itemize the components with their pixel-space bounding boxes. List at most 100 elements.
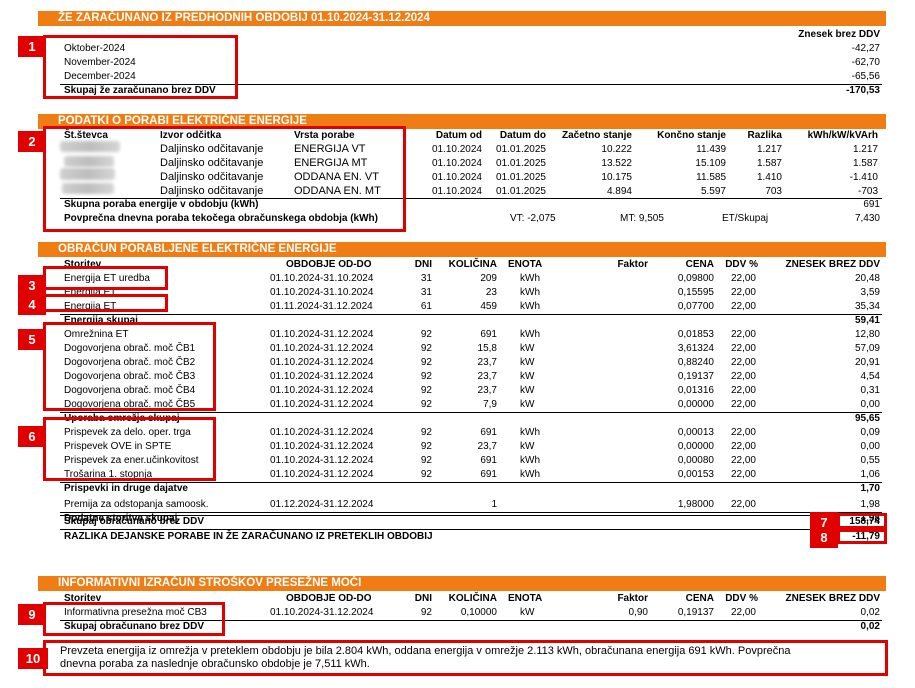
tag-10: 10 [18, 648, 48, 669]
meter-cell: 1.587 [756, 158, 782, 169]
cell-v: 22,00 [730, 427, 756, 438]
cell-v: 22,00 [730, 441, 756, 452]
cell-c: 0,00000 [677, 441, 714, 452]
subtotal-label: Prispevki in druge dajatve [64, 483, 188, 494]
column-header: DNI [414, 593, 432, 604]
subtotal-value: 59,41 [854, 315, 880, 326]
cell-c: 0,88240 [677, 357, 714, 368]
highlight-box-3 [43, 266, 168, 290]
cell-c: 0,00013 [677, 427, 714, 438]
tag-6: 6 [18, 426, 46, 447]
cell-c: 0,09800 [677, 273, 714, 284]
cell-q: 23,7 [477, 385, 497, 396]
highlight-box-8 [837, 529, 887, 544]
meter-cell: 1.217 [756, 144, 782, 155]
cell-z: 0,55 [860, 455, 880, 466]
cell-p: 01.12.2024-31.12.2024 [270, 499, 374, 510]
cell-p: 01.10.2024-31.12.2024 [270, 329, 374, 340]
cell-v: 22,00 [730, 343, 756, 354]
column-header: Faktor [617, 259, 648, 270]
meter-cell: 10.175 [601, 172, 632, 183]
tag-2: 2 [18, 131, 46, 152]
cell-u: kWh [520, 455, 540, 466]
cell-p: 01.10.2024-31.10.2024 [270, 273, 374, 284]
meter-cell: 11.439 [696, 144, 726, 155]
subtotal-divider [60, 412, 882, 413]
cell-z: 1,98 [860, 499, 880, 510]
section3-header: OBRAČUN PORABLJENE ELEKTRIČNE ENERGIJE [38, 242, 886, 257]
tag-1: 1 [18, 36, 46, 57]
meter-cell: 01.10.2024 [431, 144, 482, 155]
cell-u: kW [520, 441, 535, 452]
cell-z: 4,54 [860, 371, 880, 382]
cell-p: 01.10.2024-31.12.2024 [270, 343, 374, 354]
cell-d: 31 [420, 287, 432, 298]
cell-u: kWh [520, 273, 540, 284]
cell-d: 92 [420, 427, 432, 438]
avg-et-label: ET/Skupaj [722, 213, 769, 224]
tag-4: 4 [18, 294, 46, 315]
cell-z: 0,00 [860, 441, 880, 452]
cell-u: kWh [520, 329, 540, 340]
cell-v: 22,00 [730, 301, 756, 312]
cell-v: 22,00 [730, 499, 756, 510]
column-header: DDV % [725, 259, 758, 270]
amount-col-header: Znesek brez DDV [798, 29, 880, 40]
subtotal-divider [60, 314, 882, 315]
billing-total-label: Skupaj obračunano brez DDV [64, 516, 205, 527]
cell-v: 22,00 [730, 287, 756, 298]
excess-total-value: 0,02 [860, 621, 880, 632]
period-amount: -65,56 [851, 71, 880, 82]
cell-d: 92 [420, 441, 432, 452]
column-header: Začetno stanje [561, 130, 632, 141]
cell-z: 0,00 [860, 399, 880, 410]
cell-d: 92 [420, 399, 432, 410]
column-header: ENOTA [508, 259, 543, 270]
column-header: ZNESEK BREZ DDV [785, 593, 880, 604]
cell-q: 691 [480, 329, 497, 340]
meter-cell: 703 [765, 186, 782, 197]
column-header: KOLIČINA [448, 593, 497, 604]
cell-p: 01.11.2024-31.12.2024 [270, 301, 373, 312]
cell-u: kW [520, 385, 535, 396]
column-header: DDV % [725, 593, 758, 604]
cell-v: 22,00 [730, 329, 756, 340]
meter-cell: 01.10.2024 [431, 158, 482, 169]
cell-u: kW [520, 607, 535, 618]
tag-8: 8 [810, 527, 838, 548]
column-header: DNI [414, 259, 432, 270]
column-header: OBDOBJE OD-DO [286, 593, 372, 604]
column-header: CENA [685, 593, 714, 604]
tag-5: 5 [18, 329, 46, 350]
service-row: Premija za odstopanja samoosk. 01.12.2024… [0, 498, 915, 511]
cell-q: 209 [480, 273, 497, 284]
meter-cell: 01.01.2025 [495, 172, 546, 183]
cell-v: 22,00 [730, 273, 756, 284]
cell-v: 22,00 [730, 357, 756, 368]
cell-z: 35,34 [854, 301, 880, 312]
cell-v: 22,00 [730, 371, 756, 382]
meter-cell: 1.410 [756, 172, 782, 183]
tag-3: 3 [18, 275, 46, 296]
cell-v: 22,00 [730, 455, 756, 466]
column-header: KOLIČINA [448, 259, 497, 270]
cell-p: 01.10.2024-31.10.2024 [270, 287, 374, 298]
meter-cell: 4.894 [606, 186, 632, 197]
highlight-box-9 [43, 602, 225, 636]
highlight-box-5 [43, 322, 216, 411]
cell-d: 92 [420, 385, 432, 396]
column-header: Končno stanje [657, 130, 726, 141]
cell-z: 0,09 [860, 427, 880, 438]
cell-v: 22,00 [730, 385, 756, 396]
cell-z: 3,59 [860, 287, 880, 298]
cell-z: 0,02 [860, 607, 880, 618]
cell-u: kW [520, 343, 535, 354]
column-header: CENA [685, 259, 714, 270]
cell-u: kW [520, 371, 535, 382]
cell-d: 31 [420, 273, 432, 284]
meter-cell: 15.109 [695, 158, 726, 169]
cell-v: 22,00 [730, 607, 756, 618]
cell-c: 0,19137 [677, 371, 714, 382]
cell-c: 0,00000 [677, 399, 714, 410]
total-consumption-value: 691 [863, 199, 880, 210]
